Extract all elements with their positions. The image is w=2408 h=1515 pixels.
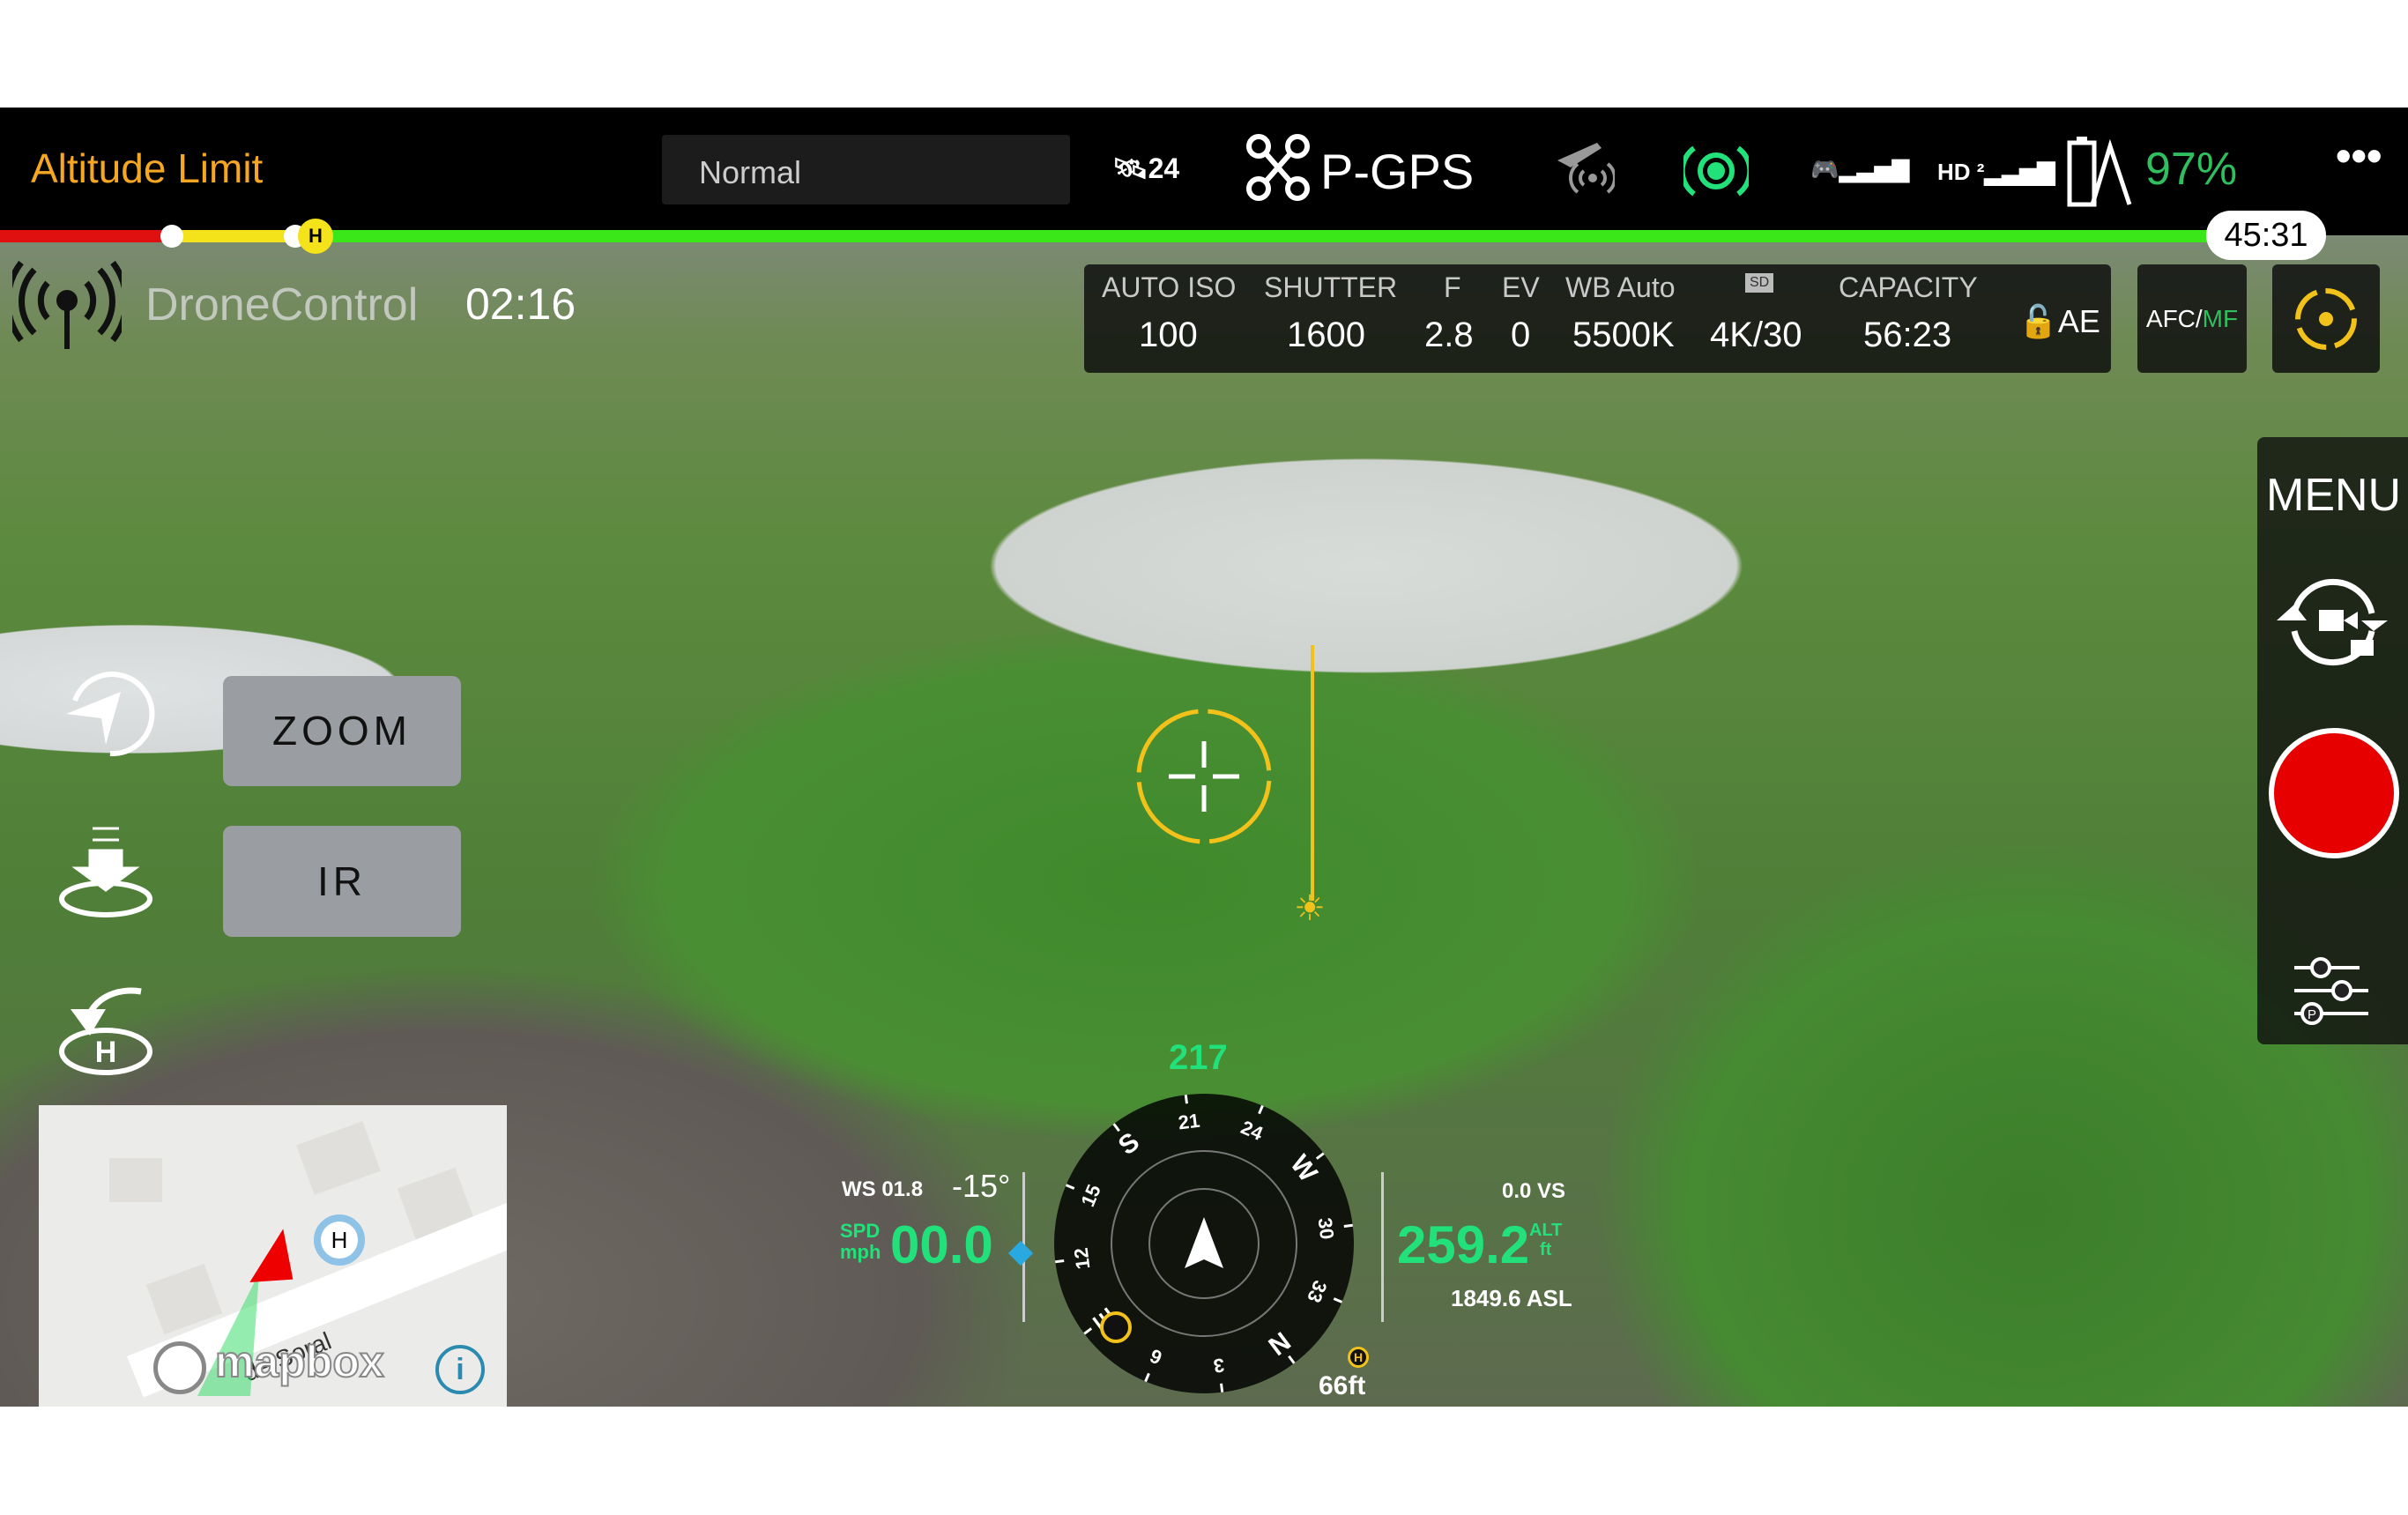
rc-signal-icon: 🎮▂▃▅▇ <box>1810 156 1910 182</box>
ev-label: EV <box>1502 271 1540 303</box>
altitude-label: ALT ft <box>1529 1221 1563 1259</box>
compass-label: 12 <box>1070 1246 1095 1270</box>
link-signal-icon <box>12 261 122 349</box>
metering-button[interactable] <box>2272 264 2380 373</box>
map-info-button[interactable]: i <box>435 1345 485 1394</box>
more-icon[interactable]: ••• <box>2336 130 2382 182</box>
focus-mode-button[interactable]: AFC/MF <box>2137 264 2247 373</box>
home-distance: 66ft <box>1319 1371 1366 1400</box>
compass[interactable]: S2124W3033N36E1215 <box>1051 1090 1357 1397</box>
home-marker: H <box>298 219 333 254</box>
compass-tick <box>1055 1259 1065 1264</box>
altitude-scale <box>1379 1172 1384 1322</box>
sun-position-line <box>1311 645 1314 901</box>
altitude-value: 259.2 <box>1397 1215 1530 1274</box>
battery-percent: 97% <box>2145 144 2238 195</box>
satellite-count[interactable]: 🛰24 <box>1112 152 1179 185</box>
speed-value: 00.0 <box>890 1215 993 1274</box>
compass-label: 21 <box>1177 1110 1200 1134</box>
mapbox-logo-icon <box>153 1341 206 1394</box>
right-control-panel: MENU P <box>2257 437 2408 1044</box>
compass-tick <box>1220 1383 1224 1392</box>
capacity-value: 56:23 <box>1863 316 1952 354</box>
home-direction-icon <box>1100 1311 1132 1343</box>
flight-mode-select[interactable]: Normal <box>662 135 1070 204</box>
top-status-bar: Altitude Limit Normal 🛰24 P-GPS 🎮▂▃▅▇ HD… <box>0 108 2408 235</box>
aperture-value: 2.8 <box>1424 316 1474 354</box>
aperture-label: F <box>1444 271 1461 303</box>
compass-label: 30 <box>1314 1216 1339 1240</box>
app-name: DroneControl <box>145 279 419 330</box>
spot-metering-icon <box>2295 288 2357 350</box>
obstacle-sensing-icon[interactable] <box>1683 130 1749 212</box>
home-icon: H <box>1348 1347 1369 1368</box>
wb-value: 5500K <box>1572 316 1675 354</box>
return-to-home-icon[interactable]: H <box>53 974 159 1080</box>
flight-time-bar: H 45:31 <box>0 211 2408 260</box>
compass-tick <box>1343 1223 1353 1228</box>
svg-text:H: H <box>95 1036 117 1069</box>
ev-value: 0 <box>1511 316 1531 354</box>
shutter-label: SHUTTER <box>1264 271 1398 303</box>
wind-speed: WS 01.8 <box>842 1177 924 1201</box>
remaining-flight-time: 45:31 <box>2206 211 2326 260</box>
wb-label: WB Auto <box>1565 271 1676 303</box>
record-button[interactable] <box>2269 728 2399 858</box>
ae-lock-button[interactable]: 🔓AE <box>2018 303 2100 340</box>
compass-tick <box>1184 1095 1188 1104</box>
camera-settings-panel[interactable]: AUTO ISO SHUTTER F EV WB Auto SD CAPACIT… <box>1084 264 2111 373</box>
satellite-icon: 🛰 <box>1112 152 1148 184</box>
mapbox-attribution[interactable]: mapbox <box>214 1336 385 1387</box>
home-map-marker: H <box>314 1214 365 1266</box>
resolution-value: 4K/30 <box>1710 316 1802 354</box>
camera-settings-icon[interactable]: P <box>2293 957 2372 1028</box>
unlock-icon: 🔓 <box>2018 303 2058 339</box>
gps-mode[interactable]: P-GPS <box>1320 143 1474 200</box>
sun-icon: ☀ <box>1294 889 1326 928</box>
battery-warning-marker <box>160 225 183 248</box>
camera-photo-switch-icon[interactable] <box>2277 578 2391 666</box>
iso-value: 100 <box>1139 316 1198 354</box>
altitude-limit-label: Altitude Limit <box>31 145 264 191</box>
svg-text:P: P <box>2308 1007 2316 1022</box>
capacity-label: CAPACITY <box>1839 271 1978 303</box>
hd-signal-icon: HD ²▂▃▅▇ <box>1937 159 2055 185</box>
vertical-speed: 0.0 VS <box>1502 1179 1566 1203</box>
shutter-value: 1600 <box>1287 316 1365 354</box>
intelligent-flight-icon[interactable] <box>48 665 163 762</box>
land-icon[interactable] <box>53 824 159 921</box>
elapsed-time: 02:16 <box>465 279 576 329</box>
battery-icon <box>2067 137 2132 207</box>
speed-label: SPD mph <box>840 1220 881 1263</box>
mini-map[interactable]: de Soral H mapbox i <box>39 1105 507 1407</box>
altitude-asl: 1849.6 ASL <box>1451 1285 1572 1311</box>
ir-button[interactable]: IR <box>223 826 461 937</box>
crosshair-icon <box>1136 709 1272 844</box>
zoom-button[interactable]: ZOOM <box>223 676 461 786</box>
sd-card-icon: SD <box>1745 273 1774 293</box>
heading-value: 217 <box>1169 1038 1228 1077</box>
menu-button[interactable]: MENU <box>2266 469 2401 522</box>
aircraft-signal-icon <box>1557 143 1615 194</box>
iso-label: AUTO ISO <box>1102 271 1237 303</box>
gimbal-pitch: -15° <box>952 1168 1011 1204</box>
drone-icon <box>1246 134 1310 201</box>
